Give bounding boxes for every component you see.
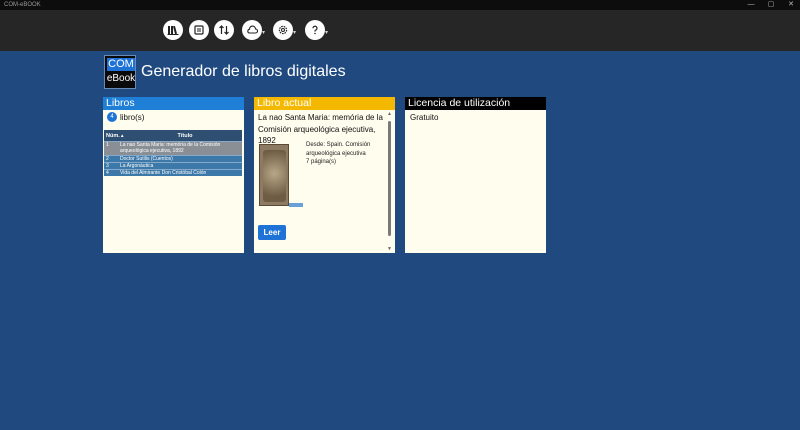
licencia-heading: Licencia de utilización [405, 97, 546, 110]
books-table: Núm. ▲ Título 1 La nao Santa Maria: memó… [104, 130, 242, 176]
books-count: 4 libro(s) [107, 112, 144, 122]
row-title: La nao Santa Maria: memória de la Comisi… [120, 142, 221, 154]
help-dropdown-icon[interactable]: ▾ [325, 29, 328, 36]
logo-top-text: COM [107, 58, 135, 71]
count-badge: 4 [107, 112, 117, 122]
book-meta: Desde: Spain. Comisión arqueológica ejec… [306, 141, 386, 167]
row-num: 2 [106, 156, 109, 162]
help-button[interactable] [305, 20, 325, 40]
help-icon [312, 25, 318, 35]
row-num: 1 [106, 142, 109, 148]
app-logo: COM eBook [104, 55, 136, 89]
libros-panel: Libros 4 libro(s) Núm. ▲ Título 1 La nao… [103, 97, 244, 253]
row-title: Vida del Almirante Don Cristóbal Colón [120, 170, 207, 176]
table-row[interactable]: 4 Vida del Almirante Don Cristóbal Colón [104, 169, 242, 176]
table-header: Núm. ▲ Título [104, 130, 242, 141]
logo-bottom-text: eBook [106, 73, 136, 84]
library-icon [167, 25, 179, 35]
sync-books-button[interactable] [189, 20, 209, 40]
license-value: Gratuito [410, 113, 439, 122]
leer-button[interactable]: Leer [258, 225, 286, 240]
minimize-button[interactable]: — [742, 0, 760, 10]
library-button[interactable] [163, 20, 183, 40]
sort-ascending-icon[interactable]: ▲ [120, 133, 128, 138]
table-row[interactable]: 2 Doctor Sutilis (Cuentos) [104, 155, 242, 162]
libro-actual-heading: Libro actual [254, 97, 395, 110]
table-row[interactable]: 1 La nao Santa Maria: memória de la Comi… [104, 141, 242, 155]
sort-button[interactable] [214, 20, 234, 40]
row-title: La Argonáutica [120, 163, 154, 169]
maximize-button[interactable]: ▢ [762, 0, 780, 10]
window-title: COM-eBOOK [4, 2, 41, 8]
vertical-scrollbar[interactable]: ▲ ▼ [387, 111, 392, 252]
table-row[interactable]: 3 La Argonáutica [104, 162, 242, 169]
settings-icon [278, 25, 288, 35]
licencia-panel: Licencia de utilización Gratuito [405, 97, 546, 253]
settings-dropdown-icon[interactable]: ▾ [293, 29, 296, 36]
close-button[interactable]: ✕ [782, 0, 800, 10]
row-num: 3 [106, 163, 109, 169]
cover-tag [289, 203, 303, 207]
book-author: Desde: Spain. Comisión arqueológica ejec… [306, 142, 371, 157]
sort-arrows-icon [219, 25, 229, 35]
sync-books-icon [194, 25, 204, 35]
scroll-up-icon[interactable]: ▲ [387, 111, 392, 117]
scroll-down-icon[interactable]: ▼ [387, 246, 392, 252]
column-title[interactable]: Título [128, 133, 242, 139]
settings-button[interactable] [273, 20, 293, 40]
libro-actual-panel: Libro actual La nao Santa Maria: memória… [254, 97, 395, 253]
toolbar: ▾ ▾ ▾ [0, 10, 800, 51]
row-title: Doctor Sutilis (Cuentos) [120, 156, 173, 162]
cloud-icon [247, 25, 259, 34]
book-cover-image[interactable] [259, 144, 289, 206]
window-titlebar: COM-eBOOK — ▢ ✕ [0, 0, 800, 10]
cloud-dropdown-icon[interactable]: ▾ [262, 29, 265, 36]
row-num: 4 [106, 170, 109, 176]
libros-heading: Libros [103, 97, 244, 110]
count-label: libro(s) [120, 112, 145, 122]
scroll-thumb[interactable] [388, 121, 391, 236]
cloud-button[interactable] [242, 20, 262, 40]
app-title: Generador de libros digitales [141, 63, 346, 80]
column-num[interactable]: Núm. [104, 133, 120, 139]
book-pages: 7 página(s) [306, 159, 337, 165]
